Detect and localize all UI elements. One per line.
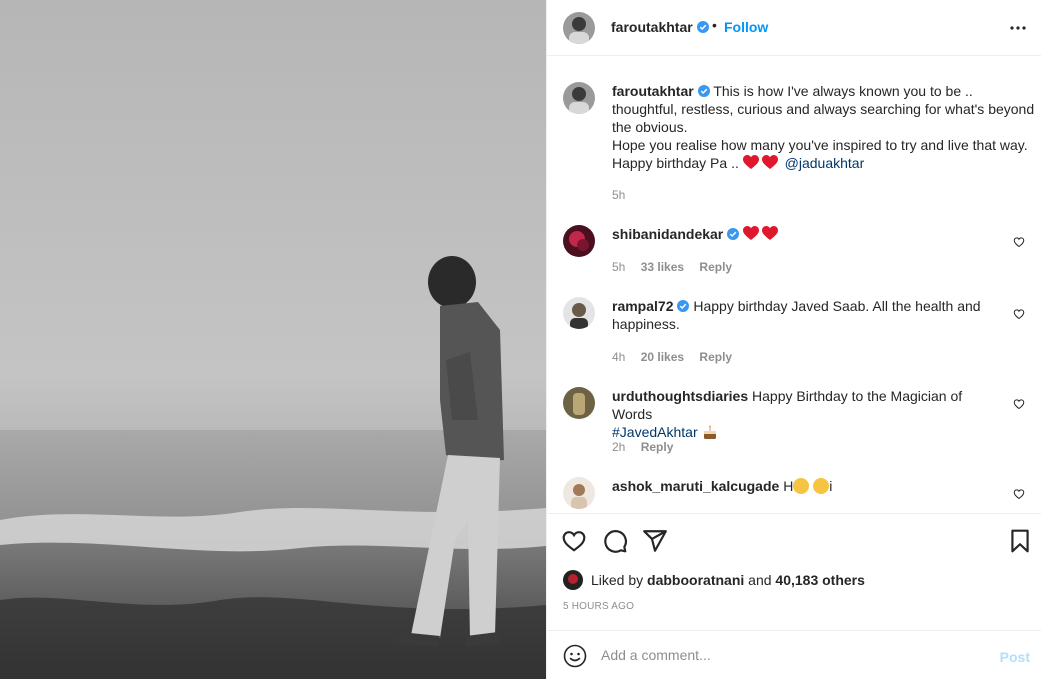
comment-body: urduthoughtsdiaries Happy Birthday to th… bbox=[612, 387, 982, 441]
comment-icon[interactable] bbox=[602, 528, 628, 554]
caption-text-5: Happy birthday Pa .. bbox=[612, 155, 739, 171]
comment-meta: 2h Reply bbox=[612, 440, 685, 454]
action-bar bbox=[547, 513, 1041, 567]
reply-button[interactable]: Reply bbox=[699, 350, 732, 364]
comment-body: shibanidandekar bbox=[612, 225, 982, 243]
comment-username[interactable]: urduthoughtsdiaries bbox=[612, 388, 748, 404]
separator-dot: • bbox=[712, 17, 717, 33]
caption-username[interactable]: faroutakhtar bbox=[612, 83, 694, 99]
red-heart-emoji bbox=[742, 155, 759, 169]
comments-list[interactable]: faroutakhtar This is how I've always kno… bbox=[547, 57, 1041, 513]
likes-summary: Liked by dabbooratnani and 40,183 others bbox=[563, 570, 865, 590]
caption-time[interactable]: 5h bbox=[612, 188, 625, 202]
comment-time[interactable]: 4h bbox=[612, 350, 625, 364]
commenter-avatar[interactable] bbox=[563, 225, 595, 257]
verified-icon bbox=[696, 21, 709, 33]
author-avatar[interactable] bbox=[563, 12, 595, 44]
verified-icon bbox=[677, 300, 690, 312]
post-photo[interactable] bbox=[0, 0, 546, 679]
author-username-text: faroutakhtar bbox=[611, 19, 693, 35]
comment-likes[interactable]: 20 likes bbox=[641, 350, 684, 364]
author-username[interactable]: faroutakhtar bbox=[611, 19, 709, 35]
mention-link[interactable]: @jaduakhtar bbox=[785, 155, 865, 171]
red-heart-emoji bbox=[762, 226, 779, 240]
face-emoji bbox=[793, 478, 810, 494]
comment-input[interactable] bbox=[601, 645, 981, 665]
post-timestamp[interactable]: 5 HOURS AGO bbox=[563, 601, 634, 612]
caption-body: faroutakhtar This is how I've always kno… bbox=[612, 82, 1037, 172]
caption-avatar[interactable] bbox=[563, 82, 595, 114]
comment-username[interactable]: ashok_maruti_kalcugade bbox=[612, 478, 779, 494]
commenter-avatar[interactable] bbox=[563, 297, 595, 329]
comment-time[interactable]: 2h bbox=[612, 440, 625, 454]
post-button[interactable]: Post bbox=[1000, 649, 1030, 665]
heart-outline-icon[interactable] bbox=[561, 528, 587, 554]
like-comment-icon[interactable] bbox=[1013, 308, 1025, 320]
comment-text-2: happiness. bbox=[612, 316, 680, 332]
cake-emoji bbox=[703, 425, 716, 439]
likes-prefix: Liked by bbox=[591, 572, 644, 588]
comment-time[interactable]: 5h bbox=[612, 260, 625, 274]
like-comment-icon[interactable] bbox=[1013, 236, 1025, 248]
commenter-avatar[interactable] bbox=[563, 387, 595, 419]
comment-text-prefix: H bbox=[783, 478, 794, 494]
bookmark-icon[interactable] bbox=[1007, 528, 1033, 554]
like-comment-icon[interactable] bbox=[1013, 488, 1025, 500]
like-comment-icon[interactable] bbox=[1013, 398, 1025, 410]
comment-username[interactable]: rampal72 bbox=[612, 298, 673, 314]
post-detail-panel: faroutakhtar • Follow faroutakhtar This … bbox=[546, 0, 1041, 679]
caption-text-4: Hope you realise how many you've inspire… bbox=[612, 137, 1028, 153]
comment-text-suffix: i bbox=[829, 478, 833, 494]
caption-text-1: This is how I've always known you to be … bbox=[713, 83, 973, 99]
hashtag-link[interactable]: #JavedAkhtar bbox=[612, 424, 698, 440]
add-comment-bar: Post bbox=[547, 630, 1041, 679]
comment-likes[interactable]: 33 likes bbox=[641, 260, 684, 274]
likes-others[interactable]: 40,183 others bbox=[775, 572, 865, 588]
caption-text-3: the obvious. bbox=[612, 119, 688, 135]
red-heart-emoji bbox=[761, 155, 778, 169]
likes-and: and bbox=[748, 572, 772, 588]
verified-icon bbox=[697, 85, 710, 97]
comment-meta: 4h 20 likes Reply bbox=[612, 350, 744, 364]
comment-text-1: Happy birthday Javed Saab. All the healt… bbox=[693, 298, 981, 314]
red-heart-emoji bbox=[743, 226, 760, 240]
verified-icon bbox=[727, 228, 740, 240]
face-emoji bbox=[813, 478, 830, 494]
more-icon bbox=[1010, 26, 1026, 30]
liker-username[interactable]: dabbooratnani bbox=[647, 572, 744, 588]
comment-body: rampal72 Happy birthday Javed Saab. All … bbox=[612, 297, 982, 333]
more-options-button[interactable] bbox=[1008, 18, 1028, 38]
reply-button[interactable]: Reply bbox=[699, 260, 732, 274]
comment-meta: 5h 33 likes Reply bbox=[612, 260, 744, 274]
caption-meta: 5h bbox=[612, 188, 637, 202]
commenter-avatar[interactable] bbox=[563, 477, 595, 509]
caption-text-2: thoughtful, restless, curious and always… bbox=[612, 101, 1035, 117]
smile-icon[interactable] bbox=[563, 644, 587, 668]
comment-body: ashok_maruti_kalcugade H i bbox=[612, 477, 982, 495]
share-icon[interactable] bbox=[642, 528, 668, 554]
reply-button[interactable]: Reply bbox=[641, 440, 674, 454]
post-header: faroutakhtar • Follow bbox=[547, 0, 1041, 56]
comment-username[interactable]: shibanidandekar bbox=[612, 226, 723, 242]
liker-avatar[interactable] bbox=[563, 570, 583, 590]
photo-image bbox=[0, 0, 546, 679]
follow-button[interactable]: Follow bbox=[724, 19, 768, 35]
